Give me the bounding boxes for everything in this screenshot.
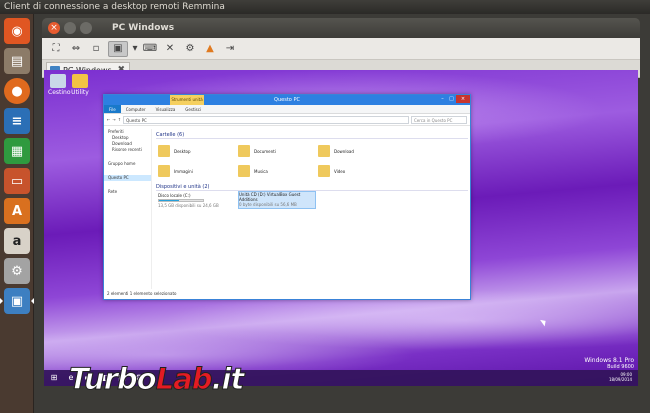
start-icon[interactable]: ⊞ [48,372,60,384]
folder-icon [158,145,170,157]
windows-watermark: Windows 8.1 Pro Build 9600 [584,358,634,371]
remmina-title-bar: × PC Windows [42,18,640,38]
launcher: ◉ ▤ ● ≡ ▦ ▭ A a ⚙ ▣ [0,14,34,413]
folder-icon [238,165,250,177]
nav-item-rete[interactable]: Rete [104,189,151,195]
turbolab-watermark: TurboLab.it [69,355,245,403]
folder-label: Musica [254,168,268,174]
libreoffice-impress-icon[interactable]: ▭ [4,168,30,194]
close-icon[interactable]: × [456,95,470,103]
explorer-window: Strumenti unità Questo PC – □ × File Com… [103,94,471,300]
folder-immagini[interactable]: Immagini [158,163,238,179]
remmina-window: × PC Windows ⛶ ⇔ ▫ ▣ ▾ ⌨ ✕ ⚙ ▲ ⇥ PC Wind… [42,18,640,413]
folder-icon [72,74,88,88]
libreoffice-writer-icon[interactable]: ≡ [4,108,30,134]
recycle-bin-icon [50,74,66,88]
tab-visualizza[interactable]: Visualizza [151,105,181,113]
remmina-icon[interactable]: ▣ [0,288,34,314]
remmina-toolbar: ⛶ ⇔ ▫ ▣ ▾ ⌨ ✕ ⚙ ▲ ⇥ [42,38,640,60]
libreoffice-calc-icon[interactable]: ▦ [4,138,30,164]
drive-name: Unità CD (D:) VirtualBox Guest Additions [239,192,301,202]
folder-video[interactable]: Video [318,163,398,179]
amazon-icon[interactable]: a [4,228,30,254]
dropdown-icon[interactable]: ▾ [132,41,138,57]
scale-icon[interactable]: ▫ [88,41,104,57]
keyboard-grab-icon[interactable]: ▣ [108,40,128,57]
tools-icon[interactable]: ✕ [162,41,178,57]
forward-icon[interactable]: → [112,117,115,122]
explorer-title: Questo PC [274,97,300,103]
folder-label: Immagini [174,168,193,174]
fullscreen-icon[interactable]: ⛶ [48,41,64,57]
folder-icon [318,165,330,177]
drive-usage-bar [158,199,204,202]
brand-part-2: Lab [155,362,213,397]
folder-icon [238,145,250,157]
folder-label: Desktop [174,148,191,154]
folder-desktop[interactable]: Desktop [158,143,238,159]
window-title-bar: Client di connessione a desktop remoti R… [0,0,650,14]
folder-icon [318,145,330,157]
drive-name: Disco locale (C:) [158,193,191,198]
navigation-pane: Preferiti Desktop Download Risorse recen… [104,129,152,289]
software-center-icon[interactable]: A [4,198,30,224]
desktop-icon-recycle-bin[interactable]: Cestino [48,74,71,100]
minimize-icon[interactable]: – [438,95,447,103]
maximize-window-button[interactable] [80,22,92,34]
folder-download[interactable]: Download [318,143,398,159]
up-icon[interactable]: ↑ [118,117,121,122]
window-title: Client di connessione a desktop remoti R… [4,2,225,12]
preferences-icon[interactable]: ⚙ [182,41,198,57]
address-bar: ← → ↑ Questo PC Cerca in Questo PC [104,114,470,126]
drive-c[interactable]: Disco locale (C:) 13,5 GB disponibili su… [158,193,236,211]
status-bar: 2 elementi 1 elemento selezionato [107,291,177,296]
desktop-icon-utility[interactable]: Utility [70,74,90,100]
mouse-cursor-icon [540,317,548,327]
folder-label: Video [334,168,346,174]
firefox-icon[interactable]: ● [4,78,30,104]
maximize-icon[interactable]: □ [447,95,456,103]
folder-musica[interactable]: Musica [238,163,318,179]
drive-free: 0 byte disponibili su 56,6 MB [239,202,297,207]
devices-header[interactable]: Dispositivi e unità (2) [156,183,468,191]
clock-date: 18/09/2014 [608,377,632,382]
ubuntu-logo-icon[interactable]: ◉ [4,18,30,44]
desktop-icon-label: Utility [71,89,89,96]
fit-window-icon[interactable]: ⇔ [68,41,84,57]
remmina-title: PC Windows [112,23,175,33]
folder-label: Download [334,148,354,154]
remote-desktop[interactable]: Cestino Utility Strumenti unità Questo P… [44,70,638,386]
ribbon-tabs: File Computer Visualizza Gestisci [104,105,470,114]
keyboard-icon[interactable]: ⌨ [142,41,158,57]
close-window-button[interactable]: × [48,22,60,34]
path-field[interactable]: Questo PC [123,115,409,124]
screenshot-icon[interactable]: ▲ [202,41,218,57]
tab-gestisci[interactable]: Gestisci [180,105,206,113]
drive-free: 13,5 GB disponibili su 24,6 GB [158,203,219,208]
drive-d[interactable]: Unità CD (D:) VirtualBox Guest Additions… [238,191,316,209]
brand-part-1: Turbo [69,362,158,397]
folder-icon [158,165,170,177]
content-pane: Cartelle (6) Desktop Documenti Download … [156,131,468,289]
settings-icon[interactable]: ⚙ [4,258,30,284]
disconnect-icon[interactable]: ⇥ [222,41,238,57]
brand-part-3: .it [211,362,245,397]
window-controls: – □ × [438,95,470,103]
explorer-title-bar: Strumenti unità Questo PC – □ × [104,95,470,105]
minimize-window-button[interactable] [64,22,76,34]
desktop-icon-label: Cestino [48,89,71,96]
folder-label: Documenti [254,148,276,154]
tab-computer[interactable]: Computer [121,105,151,113]
clock[interactable]: 09:00 18/09/2014 [609,372,632,382]
back-icon[interactable]: ← [107,117,110,122]
files-icon[interactable]: ▤ [4,48,30,74]
folders-header[interactable]: Cartelle (6) [156,131,468,139]
search-field[interactable]: Cerca in Questo PC [411,115,467,124]
tab-file[interactable]: File [104,105,121,113]
folder-documenti[interactable]: Documenti [238,143,318,159]
